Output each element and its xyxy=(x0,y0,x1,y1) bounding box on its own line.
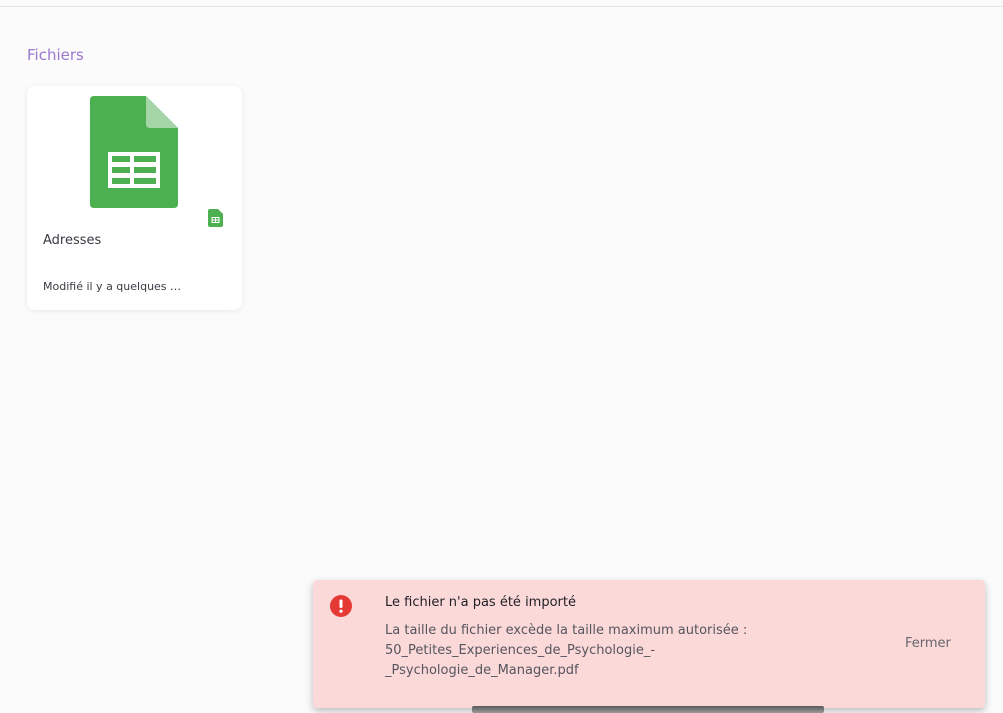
error-toast: Le fichier n'a pas été importé La taille… xyxy=(313,580,985,708)
error-icon xyxy=(330,595,352,617)
top-divider xyxy=(0,6,1003,7)
page: Fichiers Adresses Modifié il y a quelque… xyxy=(0,0,1003,713)
spreadsheet-thumbnail-icon xyxy=(90,96,178,208)
bottom-bar-edge xyxy=(472,706,824,713)
file-card[interactable]: Adresses Modifié il y a quelques … xyxy=(27,86,242,310)
toast-message: La taille du fichier excède la taille ma… xyxy=(385,621,805,681)
toast-message-line: 50_Petites_Experiences_de_Psychologie_- xyxy=(385,643,656,658)
toast-title: Le fichier n'a pas été importé xyxy=(385,595,576,610)
toast-message-line: _Psychologie_de_Manager.pdf xyxy=(385,663,579,678)
section-title: Fichiers xyxy=(27,46,84,64)
spreadsheet-icon xyxy=(208,209,223,227)
toast-message-line: La taille du fichier excède la taille ma… xyxy=(385,623,748,638)
file-name: Adresses xyxy=(43,233,102,248)
close-toast-button[interactable]: Fermer xyxy=(905,636,951,651)
file-modified-date: Modifié il y a quelques … xyxy=(43,280,182,293)
